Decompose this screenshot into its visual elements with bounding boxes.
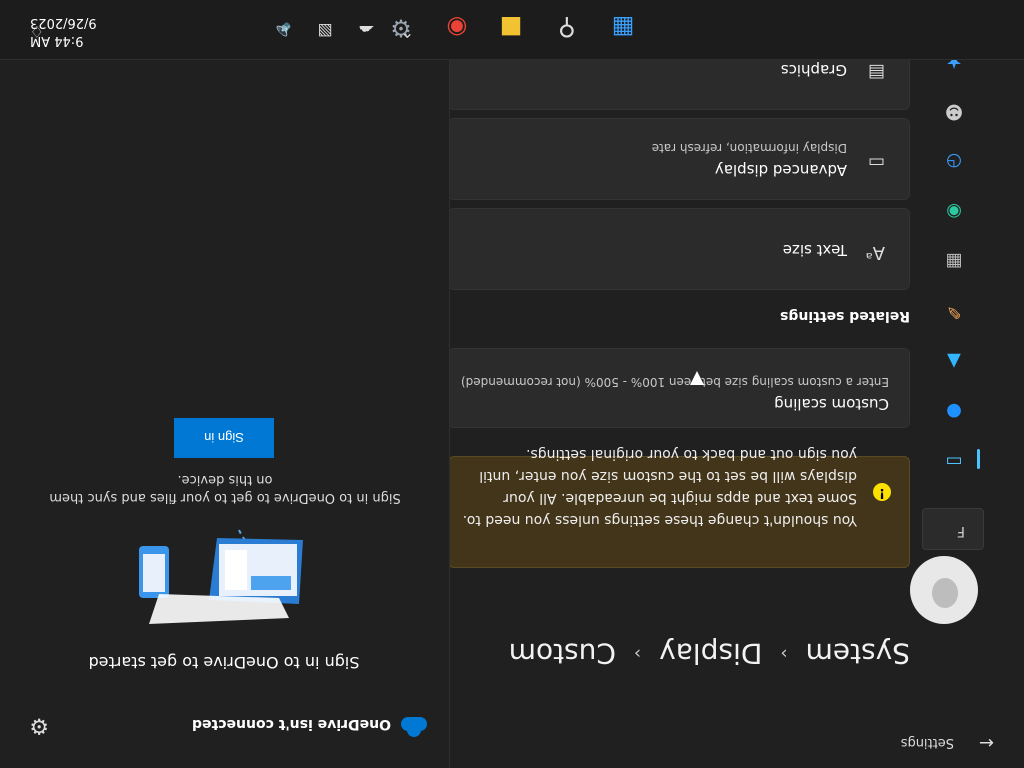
onedrive-headline: Sign in to OneDrive to get started <box>88 653 360 672</box>
text-size-card[interactable]: Aᵃ Text size <box>448 208 910 290</box>
system-tray: ⌃ ☁ ▧ 🔈 <box>272 22 414 41</box>
start-button-icon[interactable]: ▦ <box>606 11 640 45</box>
warning-icon: ! <box>873 483 891 501</box>
onedrive-header: OneDrive isn't connected <box>192 712 427 736</box>
related-settings-heading: Related settings <box>780 308 910 324</box>
breadcrumb-display[interactable]: Display <box>659 638 762 671</box>
monitor-icon: ▭ <box>867 152 885 173</box>
chrome-icon[interactable]: ◉ <box>440 11 474 45</box>
advanced-display-title: Advanced display <box>714 161 847 179</box>
find-setting-text: F <box>956 523 965 539</box>
apps-icon[interactable]: ▦ <box>940 248 968 276</box>
avatar[interactable] <box>910 556 978 624</box>
text-size-title: Text size <box>782 241 847 259</box>
graphics-title: Graphics <box>780 61 847 79</box>
chevron-right-icon: › <box>633 643 642 665</box>
bluetooth-icon[interactable]: ● <box>940 398 968 426</box>
network-icon[interactable]: ▲ <box>940 348 968 376</box>
custom-scaling-title: Custom scaling <box>774 395 889 413</box>
window-title: Settings <box>900 735 954 750</box>
mouse-cursor-icon <box>690 371 704 385</box>
file-explorer-icon[interactable]: ■ <box>494 11 528 45</box>
time-language-icon[interactable]: ◷ <box>940 148 968 176</box>
breadcrumb-system[interactable]: System <box>806 638 910 671</box>
nav-selection-indicator <box>977 449 980 469</box>
accounts-icon[interactable]: ◉ <box>940 198 968 226</box>
personalization-icon[interactable]: ✎ <box>940 298 968 326</box>
chevron-right-icon: › <box>780 643 788 665</box>
onedrive-illustration-icon <box>139 529 303 624</box>
system-icon[interactable]: ▭ <box>940 448 968 476</box>
taskbar: ▦ ⚲ ■ ◉ ⚙ ⌃ ☁ ▧ 🔈 9:44 AM 9/26/2023 ♢ <box>0 0 1024 60</box>
advanced-display-subtitle: Display information, refresh rate <box>651 141 847 155</box>
breadcrumb: System › Display › Custom <box>509 634 910 674</box>
onedrive-status: OneDrive isn't connected <box>192 716 391 732</box>
search-icon[interactable]: ⚲ <box>550 11 584 45</box>
content-pane: System › Display › Custom ! You shouldn'… <box>448 28 910 708</box>
text-size-icon: Aᵃ <box>865 242 885 263</box>
gaming-icon[interactable]: ☻ <box>940 98 968 126</box>
graphics-icon: ▤ <box>867 62 885 83</box>
custom-scaling-card: Custom scaling Enter a custom scaling si… <box>448 348 910 428</box>
custom-scaling-subtitle: Enter a custom scaling size between 100%… <box>460 375 889 389</box>
advanced-display-card[interactable]: ▭ Advanced display Display information, … <box>448 118 910 200</box>
notification-bell-icon[interactable]: ♢ <box>30 22 44 41</box>
onedrive-cloud-icon <box>401 717 427 731</box>
onedrive-body-text: Sign in to OneDrive to get to your files… <box>49 472 401 505</box>
warning-text: You shouldn't change these settings unle… <box>462 446 857 528</box>
back-arrow-icon[interactable]: ← <box>979 732 994 753</box>
volume-muted-icon[interactable]: 🔈 <box>272 22 292 41</box>
sign-in-button[interactable]: Sign in <box>174 418 274 458</box>
onedrive-tray-icon[interactable]: ☁ <box>359 22 375 41</box>
breadcrumb-custom: Custom <box>508 637 616 671</box>
onedrive-flyout: OneDrive isn't connected ⚙ Sign in to On… <box>0 60 450 768</box>
network-tray-icon[interactable]: ▧ <box>317 22 332 41</box>
desktop-screen: ← Settings F ▭ ● ▲ ✎ ▦ ◉ ◷ ☻ ★ System › … <box>0 0 1024 768</box>
chevron-up-icon[interactable]: ⌃ <box>401 22 414 41</box>
navigation-pane: F ▭ ● ▲ ✎ ▦ ◉ ◷ ☻ ★ <box>904 52 984 708</box>
gear-icon[interactable]: ⚙ <box>29 713 49 738</box>
find-setting-input[interactable]: F <box>922 508 984 550</box>
warning-banner: ! You shouldn't change these settings un… <box>448 446 910 568</box>
title-bar: ← Settings <box>624 718 1024 768</box>
